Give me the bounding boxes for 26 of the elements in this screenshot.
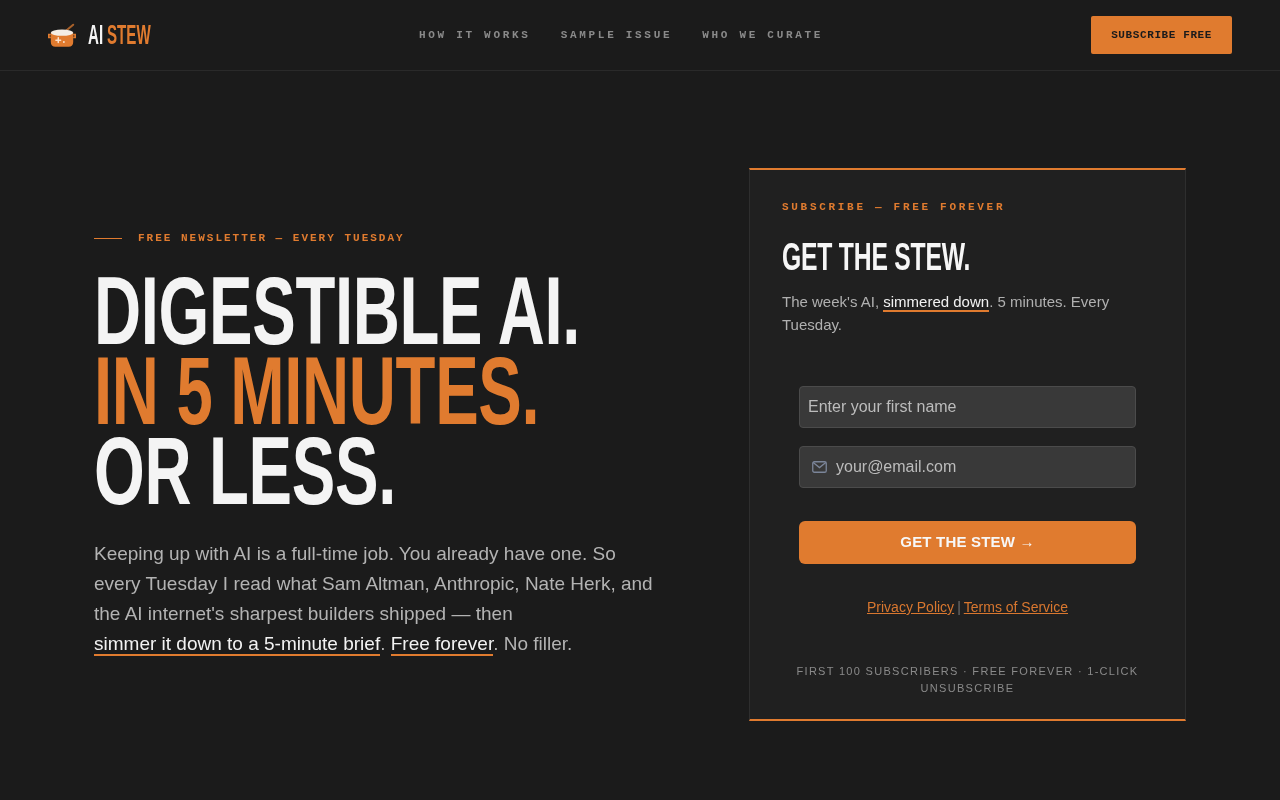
legal-link[interactable]: Terms of Service (963, 597, 1068, 617)
legal-link[interactable]: Privacy Policy (867, 597, 955, 617)
cooking-pot-icon (48, 22, 76, 48)
nav-link[interactable]: HOW IT WORKS (419, 26, 531, 44)
nav-link[interactable]: SAMPLE ISSUE (560, 26, 673, 44)
submit-button[interactable]: GET THE STEW → (799, 521, 1136, 564)
subscribe-button[interactable]: SUBSCRIBE FREE (1091, 16, 1232, 54)
text-link[interactable]: Free forever (390, 633, 494, 656)
text-link[interactable]: simmered down (883, 293, 990, 312)
logo-word: AI (88, 21, 104, 49)
logo-word: STEW (107, 21, 151, 49)
intro-paragraph: Keeping up with AI is a full-time job. You already have one. So every Tuesday I read what Sam Altman, Anthropic, Nate Herk, and the AI internet's sharpest builders shipped — then simmer it down to a 5-minute brief. Free forever. No filler. (94, 542, 654, 658)
text-link[interactable]: simmer it down to a 5-minute brief (94, 633, 381, 656)
card-eyebrow: SUBSCRIBE — FREE FOREVER (782, 200, 1006, 215)
email-field[interactable]: your@email.com (799, 446, 1136, 488)
footnote-text: FIRST 100 SUBSCRIBERS · FREE FOREVER · 1-CLICK UNSUBSCRIBE (795, 664, 1140, 696)
eyebrow-text: FREE NEWSLETTER — EVERY TUESDAY (138, 231, 405, 246)
envelope-icon (812, 461, 827, 473)
nav-link[interactable]: WHO WE CURATE (702, 26, 824, 44)
headline-line: IN 5 MINUTES. (94, 351, 540, 431)
text-field[interactable]: Enter your first name (799, 386, 1136, 428)
card-description: The week's AI, simmered down. 5 minutes. Every Tuesday. (782, 292, 1111, 335)
card-title: GET THE STEW. (782, 235, 971, 279)
headline-line: OR LESS. (94, 431, 396, 511)
link-separator: | (957, 598, 961, 617)
headline-line: DIGESTIBLE AI. (94, 271, 581, 351)
